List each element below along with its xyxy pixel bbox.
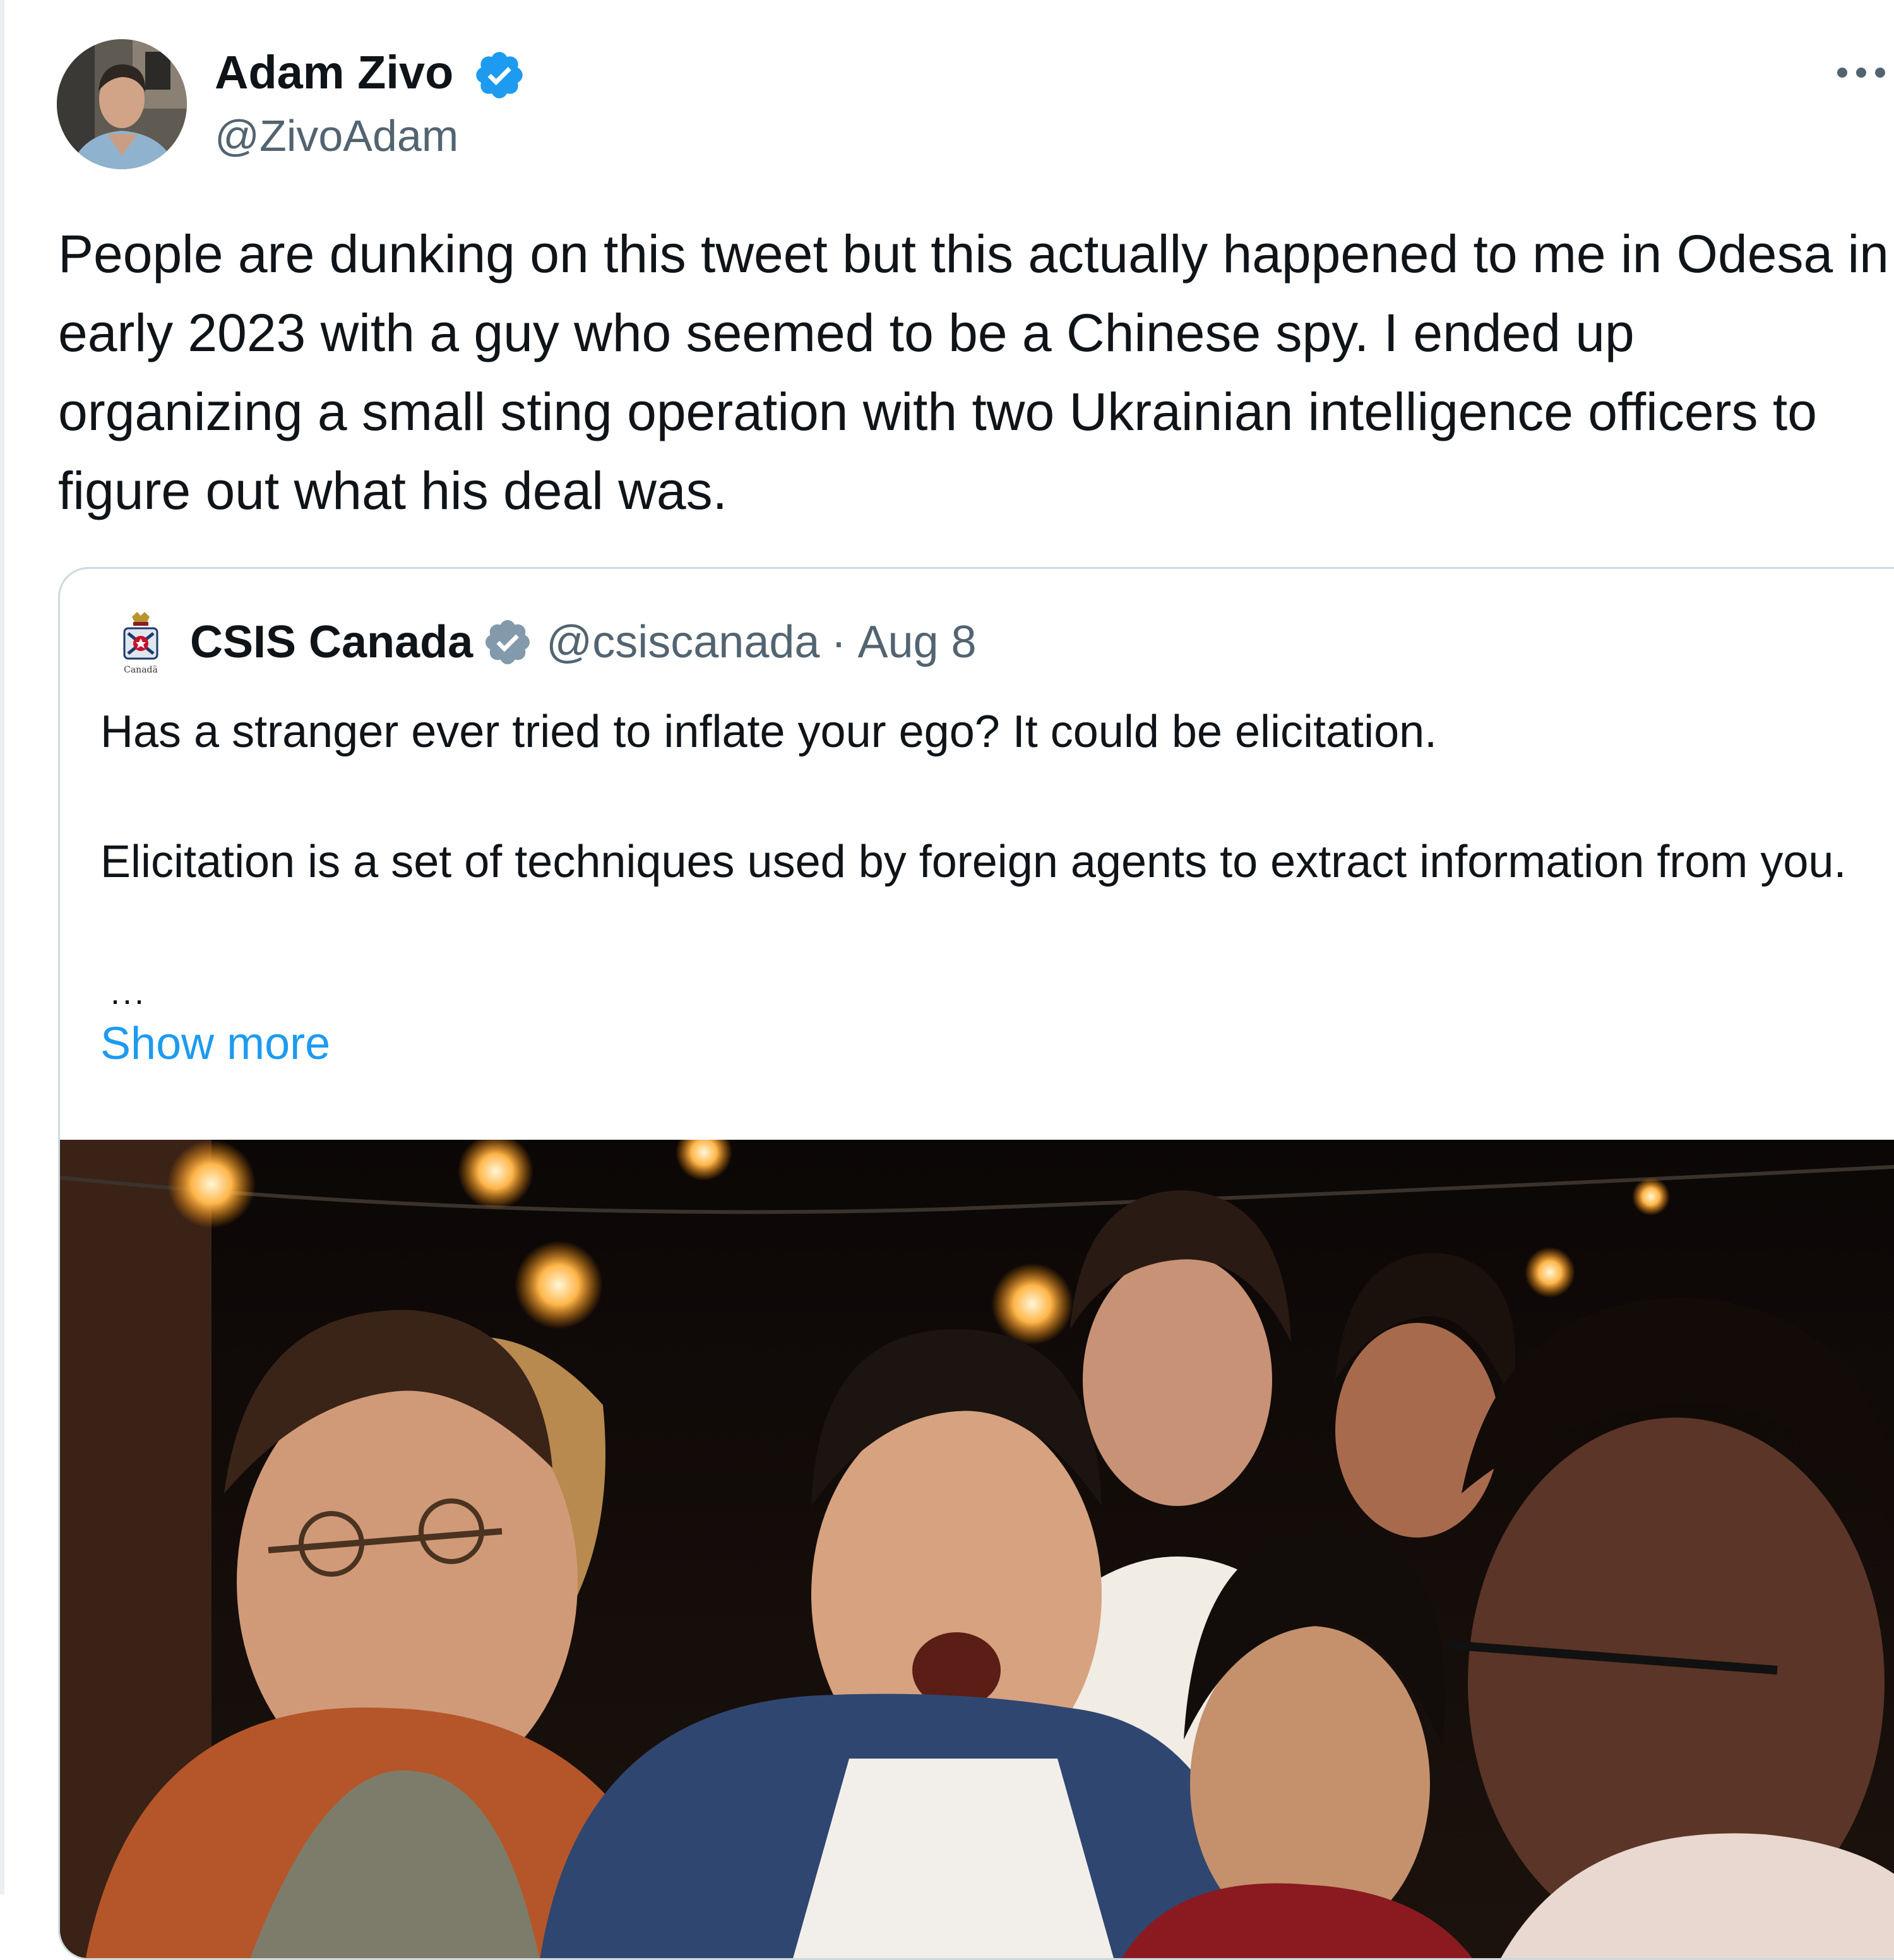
author-handle[interactable]: @ZivoAdam (215, 110, 458, 162)
tweet-text: People are dunking on this tweet but thi… (58, 224, 1889, 520)
header-separator: · (831, 617, 847, 667)
quoted-tweet-paragraph-2: Elicitation is a set of techniques used … (100, 837, 1847, 887)
quoted-tweet-card[interactable]: Canadä CSIS Canada @csiscanada · Aug 8 H… (58, 567, 1894, 1960)
quoted-author-handle[interactable]: @csiscanada (546, 616, 819, 669)
csis-logo-icon: Canadä (105, 608, 176, 679)
quoted-tweet-date[interactable]: Aug 8 (857, 616, 976, 669)
verified-government-badge-icon[interactable] (482, 616, 533, 668)
author-name[interactable]: Adam Zivo (215, 45, 453, 100)
quoted-tweet-photo[interactable] (60, 1140, 1894, 1960)
quoted-tweet-header: CSIS Canada @csiscanada · Aug 8 (190, 616, 977, 669)
show-more-link[interactable]: Show more (100, 1011, 330, 1077)
truncation-ellipsis: ... (110, 974, 147, 1012)
more-options-button[interactable] (1831, 44, 1891, 101)
more-dots-icon (1837, 68, 1885, 78)
verified-badge-icon[interactable] (472, 48, 527, 102)
author-avatar[interactable] (57, 39, 187, 169)
column-divider (0, 0, 4, 1894)
quoted-tweet-paragraph-1: Has a stranger ever tried to inflate you… (100, 707, 1438, 757)
canada-wordmark: Canadä (124, 665, 158, 675)
quoted-author-name[interactable]: CSIS Canada (190, 616, 473, 669)
